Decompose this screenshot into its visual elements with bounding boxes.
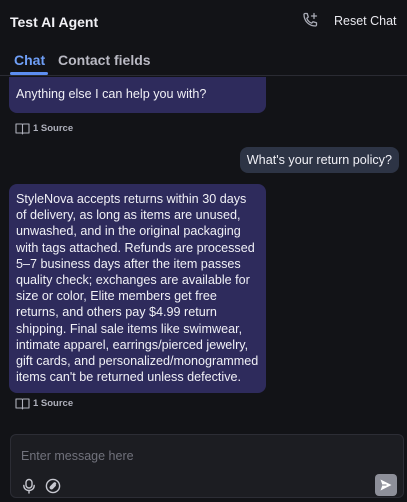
- microphone-icon[interactable]: [21, 478, 37, 494]
- agent-message: Anything else I can help you with?: [9, 77, 266, 113]
- tab-contact-fields[interactable]: Contact fields: [58, 52, 151, 68]
- phone-plus-icon[interactable]: [300, 11, 320, 31]
- book-icon: [15, 123, 30, 135]
- send-icon: [380, 479, 392, 491]
- reset-chat-button[interactable]: Reset Chat: [334, 14, 397, 28]
- send-button[interactable]: [375, 474, 397, 496]
- link-icon[interactable]: [45, 478, 61, 494]
- source-label: 1 Source: [33, 123, 74, 134]
- chat-panel: Test AI Agent Reset Chat Chat Contact fi…: [0, 0, 407, 502]
- user-message-text: What's your return policy?: [246, 153, 392, 167]
- source-link[interactable]: 1 Source: [15, 122, 73, 135]
- active-tab-indicator: [10, 72, 48, 75]
- message-input[interactable]: [21, 447, 361, 465]
- source-label: 1 Source: [33, 398, 74, 409]
- book-icon: [15, 398, 30, 410]
- source-link[interactable]: 1 Source: [15, 397, 73, 410]
- panel-title: Test AI Agent: [10, 14, 99, 30]
- message-composer: [10, 434, 404, 498]
- message-list[interactable]: Anything else I can help you with? 1 Sou…: [0, 77, 407, 427]
- user-message: What's your return policy?: [239, 147, 399, 173]
- agent-message: StyleNova accepts returns within 30 days…: [9, 184, 266, 394]
- agent-message-text: Anything else I can help you with?: [16, 87, 207, 101]
- panel-header: Test AI Agent Reset Chat: [0, 0, 407, 44]
- tab-chat[interactable]: Chat: [14, 52, 45, 68]
- agent-message-text: StyleNova accepts returns within 30 days…: [16, 192, 259, 385]
- tab-bar: Chat Contact fields: [0, 44, 407, 76]
